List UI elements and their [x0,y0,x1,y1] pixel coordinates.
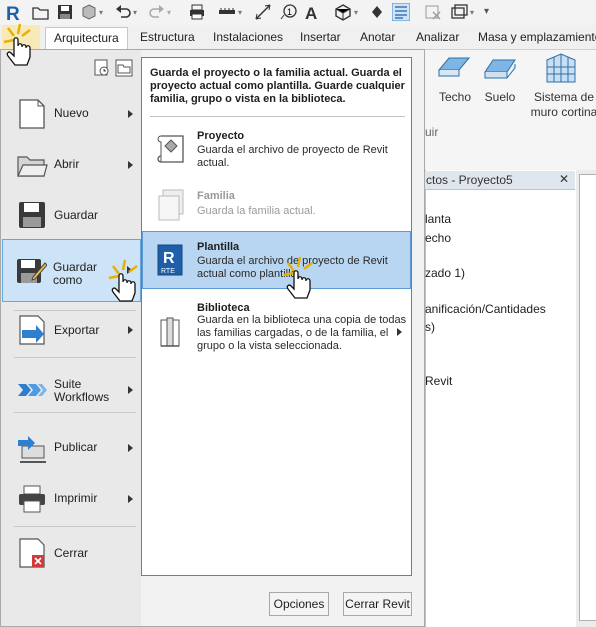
save-as-icon [17,259,47,283]
drawing-area[interactable] [576,170,596,627]
dropdown-icon[interactable]: ▾ [484,6,489,17]
roof-icon [437,57,471,77]
template-icon: RRTE [157,244,183,276]
close-hidden-icon[interactable] [424,3,442,21]
menu-item-guardar[interactable]: Guardar [4,185,140,245]
floor-button[interactable]: Suelo [479,90,521,104]
hand-cursor-icon [283,256,313,299]
chevron-down-icon[interactable]: ▾ [238,8,242,17]
submenu-arrow-icon [397,328,402,336]
menu-item-suite-workflows[interactable]: Suite Workflows [4,360,140,420]
quick-access-toolbar: R ▾ ▾ ▾ ▾ 1 A ▾ ▾ ▾ [0,0,596,25]
close-document-icon [19,538,45,568]
section-icon[interactable] [368,3,386,21]
save-icon [19,202,45,228]
print-icon [19,485,45,513]
curtain-system-button-line2: muro cortina [530,105,596,119]
menu-item-cerrar[interactable]: Cerrar [4,523,140,583]
submenu-arrow-icon [128,161,133,169]
browser-item[interactable]: Revit [425,374,452,388]
submenu-description: Guarda el proyecto o la familia actual. … [150,67,405,105]
close-icon[interactable]: ✕ [559,172,569,186]
submenu-separator [150,116,405,117]
submenu-arrow-icon [128,495,133,503]
menu-item-imprimir[interactable]: Imprimir [4,469,140,529]
project-icon [157,135,184,163]
chevron-down-icon[interactable]: ▾ [167,8,171,17]
tab-arquitectura[interactable]: Arquitectura [45,27,128,51]
submenu-arrow-icon [128,444,133,452]
tab-masa-emplazamiento[interactable]: Masa y emplazamiento [478,30,596,44]
submenu-arrow-icon [128,110,133,118]
menu-separator [14,357,136,358]
svg-text:A: A [305,4,317,21]
project-browser-title: ctos - Proyecto5 [426,173,513,187]
svg-text:1: 1 [287,7,292,17]
svg-text:RTE: RTE [161,268,175,275]
open-folder-icon [17,156,48,177]
submenu-arrow-icon [128,386,133,394]
menu-item-exportar[interactable]: Exportar [4,300,140,360]
suite-workflows-icon [18,384,47,396]
open-documents-icon[interactable] [115,59,133,77]
export-icon [19,315,45,345]
text-icon[interactable]: A [303,3,321,21]
ribbon-panel: Techo Suelo Sistema de muro cortina uir [425,50,596,171]
options-button[interactable]: Opciones [269,592,329,616]
tab-analizar[interactable]: Analizar [416,30,459,44]
print-icon[interactable] [188,3,206,21]
measure-icon[interactable] [218,3,236,21]
3d-view-icon[interactable] [334,3,352,21]
save-icon[interactable] [56,3,74,21]
new-document-icon [19,99,45,129]
chevron-down-icon[interactable]: ▾ [470,8,474,17]
browser-item[interactable]: anificación/Cantidades [425,302,546,316]
thin-lines-icon[interactable] [392,3,410,21]
tab-instalaciones[interactable]: Instalaciones [213,30,283,44]
library-icon [160,317,180,347]
browser-item[interactable]: lanta [425,212,451,226]
browser-item[interactable]: echo [425,231,451,245]
recent-documents-icon[interactable] [93,59,111,77]
svg-text:R: R [163,250,175,267]
submenu-arrow-icon [128,326,133,334]
hand-cursor-icon [3,23,31,66]
undo-icon[interactable] [114,3,132,21]
curtain-wall-icon [546,53,576,83]
open-icon[interactable] [32,3,50,21]
submenu-item-proyecto[interactable]: Proyecto Guarda el archivo de proyecto d… [143,124,411,176]
sync-icon[interactable] [80,3,98,21]
tag-icon[interactable]: 1 [280,3,298,21]
dimension-icon[interactable] [254,3,272,21]
switch-windows-icon[interactable] [450,3,468,21]
close-revit-button[interactable]: Cerrar Revit [343,592,412,616]
hand-cursor-icon [108,259,138,302]
tab-insertar[interactable]: Insertar [300,30,341,44]
floor-icon [484,59,516,79]
chevron-down-icon[interactable]: ▾ [99,8,103,17]
redo-icon[interactable] [148,3,166,21]
submenu-item-familia: Familia Guarda la familia actual. [143,184,411,228]
family-icon [158,189,184,221]
submenu-item-plantilla[interactable]: R RTE Plantilla Guarda el archivo de proy… [142,231,411,289]
browser-item[interactable]: s) [425,320,435,334]
project-browser-title-bar: ctos - Proyecto5 ✕ [425,171,575,190]
ribbon-tabs: Arquitectura Estructura Instalaciones In… [0,25,596,51]
tab-anotar[interactable]: Anotar [360,30,395,44]
panel-title-fragment: uir [425,125,439,139]
browser-item[interactable]: zado 1) [425,266,465,280]
menu-separator [14,412,136,413]
submenu-item-biblioteca[interactable]: Biblioteca Guarda en la biblioteca una c… [143,294,411,370]
chevron-down-icon[interactable]: ▾ [354,8,358,17]
tab-estructura[interactable]: Estructura [140,30,195,44]
curtain-system-button[interactable]: Sistema de [527,90,596,104]
roof-button[interactable]: Techo [433,90,477,104]
publish-icon [18,436,46,463]
chevron-down-icon[interactable]: ▾ [133,8,137,17]
